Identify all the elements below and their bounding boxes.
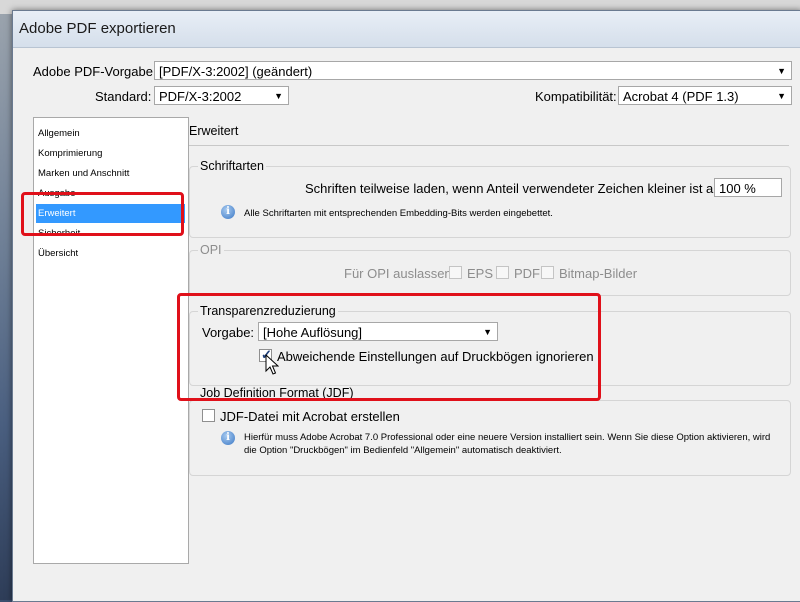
jdf-info-line-1: Hierfür muss Adobe Acrobat 7.0 Professio… <box>244 432 771 443</box>
preset-label: Adobe PDF-Vorgabe: <box>33 64 157 79</box>
compatibility-dropdown[interactable]: Acrobat 4 (PDF 1.3) ▼ <box>618 86 792 105</box>
mouse-cursor-icon <box>265 354 279 375</box>
jdf-create-label: JDF-Datei mit Acrobat erstellen <box>220 409 400 424</box>
dialog-title: Adobe PDF exportieren <box>19 20 176 37</box>
bitmap-checkbox[interactable] <box>541 266 554 279</box>
subset-threshold-input[interactable]: 100 % <box>714 178 782 197</box>
standard-label: Standard: <box>95 89 152 104</box>
subset-threshold-value: 100 % <box>719 181 756 196</box>
pdf-label: PDF <box>514 266 540 281</box>
chevron-down-icon: ▼ <box>274 91 283 101</box>
fonts-info-text: Alle Schriftarten mit entsprechenden Emb… <box>244 208 553 219</box>
standard-value: PDF/X-3:2002 <box>159 89 242 104</box>
standard-dropdown[interactable]: PDF/X-3:2002 ▼ <box>154 86 289 105</box>
compatibility-label: Kompatibilität: <box>535 89 617 104</box>
category-list: Allgemein Komprimierung Marken und Ansch… <box>33 117 189 564</box>
pdf-checkbox[interactable] <box>496 266 509 279</box>
preset-dropdown[interactable]: [PDF/X-3:2002] (geändert) ▼ <box>154 61 792 80</box>
jdf-info-line-2: die Option "Druckbögen" im Bedienfeld "A… <box>244 445 562 456</box>
jdf-create-checkbox[interactable] <box>202 409 215 422</box>
sidebar-item-marken[interactable]: Marken und Anschnitt <box>36 164 185 183</box>
sidebar-item-allgemein[interactable]: Allgemein <box>36 124 185 143</box>
highlight-box-sidebar <box>21 192 184 236</box>
highlight-box-flatten <box>177 293 601 401</box>
sidebar-item-uebersicht[interactable]: Übersicht <box>36 244 185 263</box>
opi-omit-label: Für OPI auslassen: <box>344 266 456 281</box>
fonts-group <box>189 166 791 238</box>
info-icon: i <box>221 431 235 445</box>
eps-checkbox[interactable] <box>449 266 462 279</box>
sidebar-item-komprimierung[interactable]: Komprimierung <box>36 144 185 163</box>
preset-value: [PDF/X-3:2002] (geändert) <box>159 64 313 79</box>
subset-label: Schriften teilweise laden, wenn Anteil v… <box>305 181 727 196</box>
dialog-titlebar[interactable]: Adobe PDF exportieren <box>13 11 800 48</box>
opi-group-label: OPI <box>198 243 224 257</box>
pdf-export-dialog: Adobe PDF exportieren Adobe PDF-Vorgabe:… <box>12 10 800 602</box>
panel-title-divider <box>189 145 789 146</box>
panel-title: Erweitert <box>189 124 239 138</box>
info-icon: i <box>221 205 235 219</box>
compatibility-value: Acrobat 4 (PDF 1.3) <box>623 89 739 104</box>
chevron-down-icon: ▼ <box>777 66 786 76</box>
fonts-group-label: Schriftarten <box>198 159 266 173</box>
bitmap-label: Bitmap-Bilder <box>559 266 638 281</box>
eps-label: EPS <box>467 266 494 281</box>
chevron-down-icon: ▼ <box>777 91 786 101</box>
